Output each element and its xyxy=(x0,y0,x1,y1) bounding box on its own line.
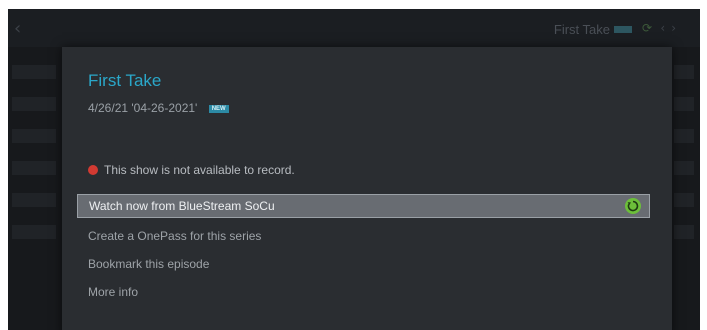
show-options-dialog: First Take 4/26/21 '04-26-2021' NEW This… xyxy=(62,47,672,330)
menu-item-more-info[interactable]: More info xyxy=(77,278,650,306)
menu-item-watch-now[interactable]: Watch now from BlueStream SoCu xyxy=(77,194,650,218)
episode-date: 4/26/21 '04-26-2021' xyxy=(88,101,198,115)
record-unavailable-alert: This show is not available to record. xyxy=(88,163,295,177)
background-right-column xyxy=(670,47,700,330)
menu-item-label: Bookmark this episode xyxy=(88,257,210,271)
menu-item-label: Create a OnePass for this series xyxy=(88,229,262,243)
background-new-badge xyxy=(614,26,632,33)
tv-screen: ‹ First Take ⟳ ‹› First Take 4/26/21 '04… xyxy=(8,9,700,330)
alert-text: This show is not available to record. xyxy=(104,163,295,177)
menu-item-create-onepass[interactable]: Create a OnePass for this series xyxy=(77,222,650,250)
background-record-icon: ⟳ xyxy=(641,21,652,35)
play-refresh-icon xyxy=(625,198,641,214)
background-top-bar: ‹ First Take ⟳ ‹› xyxy=(8,9,700,47)
menu-item-label: More info xyxy=(88,285,139,299)
background-left-column xyxy=(8,47,66,330)
menu-item-label: Watch now from BlueStream SoCu xyxy=(89,199,275,213)
options-menu: Watch now from BlueStream SoCu Create a … xyxy=(77,194,650,306)
back-arrow-icon[interactable]: ‹ xyxy=(14,18,21,39)
dialog-title: First Take xyxy=(88,71,162,90)
background-show-title: First Take xyxy=(553,22,610,37)
episode-subtitle: 4/26/21 '04-26-2021' NEW xyxy=(88,101,229,115)
menu-item-bookmark[interactable]: Bookmark this episode xyxy=(77,250,650,278)
background-nav-arrows-icon: ‹› xyxy=(660,21,682,35)
new-badge: NEW xyxy=(208,104,229,113)
error-dot-icon xyxy=(88,165,98,175)
